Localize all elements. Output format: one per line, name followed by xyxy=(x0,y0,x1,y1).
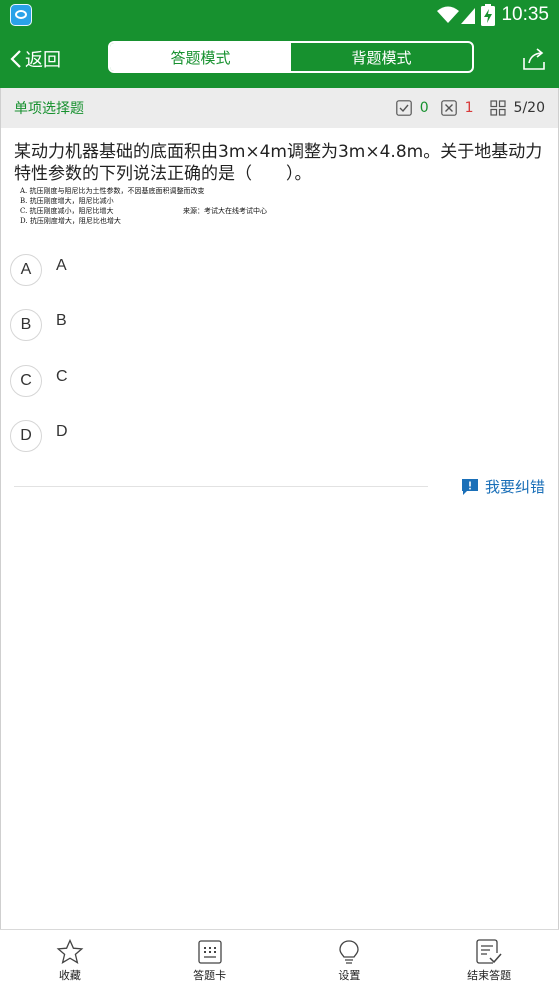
option-c[interactable]: C C xyxy=(10,363,68,399)
image-line-b: B. 抗压刚度增大，阻尼比减小 xyxy=(20,197,114,205)
nav-answer-card-label: 答题卡 xyxy=(193,969,227,982)
image-source: 来源：考试大在线考试中心 xyxy=(183,207,267,215)
option-b-text: B xyxy=(56,312,67,329)
nav-settings-label: 设置 xyxy=(338,969,361,982)
tab-answer-mode[interactable]: 答题模式 xyxy=(110,43,291,71)
tab-review-mode[interactable]: 背题模式 xyxy=(291,43,472,71)
lightbulb-icon xyxy=(339,940,360,964)
option-b-letter: B xyxy=(10,309,42,341)
image-line-a: A. 抗压刚度与阻尼比为土性参数，不因基底面积调整而改变 xyxy=(20,187,205,195)
mode-switch: 答题模式 背题模式 xyxy=(108,41,474,73)
option-d-letter: D xyxy=(10,420,42,452)
option-c-letter: C xyxy=(10,365,42,397)
option-a[interactable]: A A xyxy=(10,252,67,288)
app-icon xyxy=(10,4,32,26)
question-type: 单项选择题 xyxy=(14,101,84,117)
answer-card-icon xyxy=(197,940,222,964)
share-icon[interactable] xyxy=(521,46,547,72)
option-d[interactable]: D D xyxy=(10,418,68,454)
back-button[interactable]: 返回 xyxy=(10,44,61,74)
bottom-nav: 收藏 答题卡 设置 结束答题 xyxy=(0,929,559,991)
wifi-icon xyxy=(437,6,460,23)
report-icon xyxy=(461,478,478,495)
nav-finish-label: 结束答题 xyxy=(467,969,512,982)
battery-charging-icon xyxy=(481,4,496,26)
question-text: 某动力机器基础的底面积由3m×4m调整为3m×4.8m。关于地基动力特性参数的下… xyxy=(14,142,543,184)
left-border xyxy=(0,88,1,990)
nav-settings[interactable]: 设置 xyxy=(280,930,420,991)
nav-finish[interactable]: 结束答题 xyxy=(419,930,559,991)
report-error-button[interactable]: 我要纠错 xyxy=(461,476,545,497)
option-d-text: D xyxy=(56,423,68,440)
option-a-text: A xyxy=(56,257,67,274)
correct-count: 0 xyxy=(419,100,429,116)
divider xyxy=(14,486,428,487)
finish-icon xyxy=(476,939,502,964)
nav-answer-card[interactable]: 答题卡 xyxy=(140,930,280,991)
nav-favorite-label: 收藏 xyxy=(58,969,81,982)
question-image: A. 抗压刚度与阻尼比为土性参数，不因基底面积调整而改变 B. 抗压刚度增大，阻… xyxy=(20,186,350,230)
signal-icon xyxy=(461,8,476,24)
wrong-checkbox-icon xyxy=(440,100,457,116)
star-icon xyxy=(56,939,84,964)
image-line-c: C. 抗压刚度减小，阻尼比增大 xyxy=(20,207,114,215)
image-line-d: D. 抗压刚度增大，阻尼比也增大 xyxy=(20,217,121,225)
status-indicators: 10:35 xyxy=(436,3,549,27)
option-c-text: C xyxy=(56,368,68,385)
grid-icon[interactable] xyxy=(489,100,506,116)
wrong-count: 1 xyxy=(464,100,474,116)
correct-checkbox-icon xyxy=(395,100,412,116)
option-b[interactable]: B B xyxy=(10,307,67,343)
status-bar: 10:35 xyxy=(0,0,559,30)
nav-favorite[interactable]: 收藏 xyxy=(0,930,140,991)
chevron-left-icon xyxy=(10,50,21,68)
question-progress[interactable]: 5/20 xyxy=(514,100,545,116)
report-label: 我要纠错 xyxy=(484,478,545,496)
back-label: 返回 xyxy=(25,50,61,71)
option-a-letter: A xyxy=(10,254,42,286)
top-bar: 返回 答题模式 背题模式 xyxy=(0,30,559,88)
question-header: 单项选择题 0 1 5/20 xyxy=(0,88,559,128)
question-stats: 0 1 5/20 xyxy=(395,100,545,116)
image-line-c-wrap: C. 抗压刚度减小，阻尼比增大 来源：考试大在线考试中心 xyxy=(20,206,350,216)
clock: 10:35 xyxy=(501,4,549,25)
